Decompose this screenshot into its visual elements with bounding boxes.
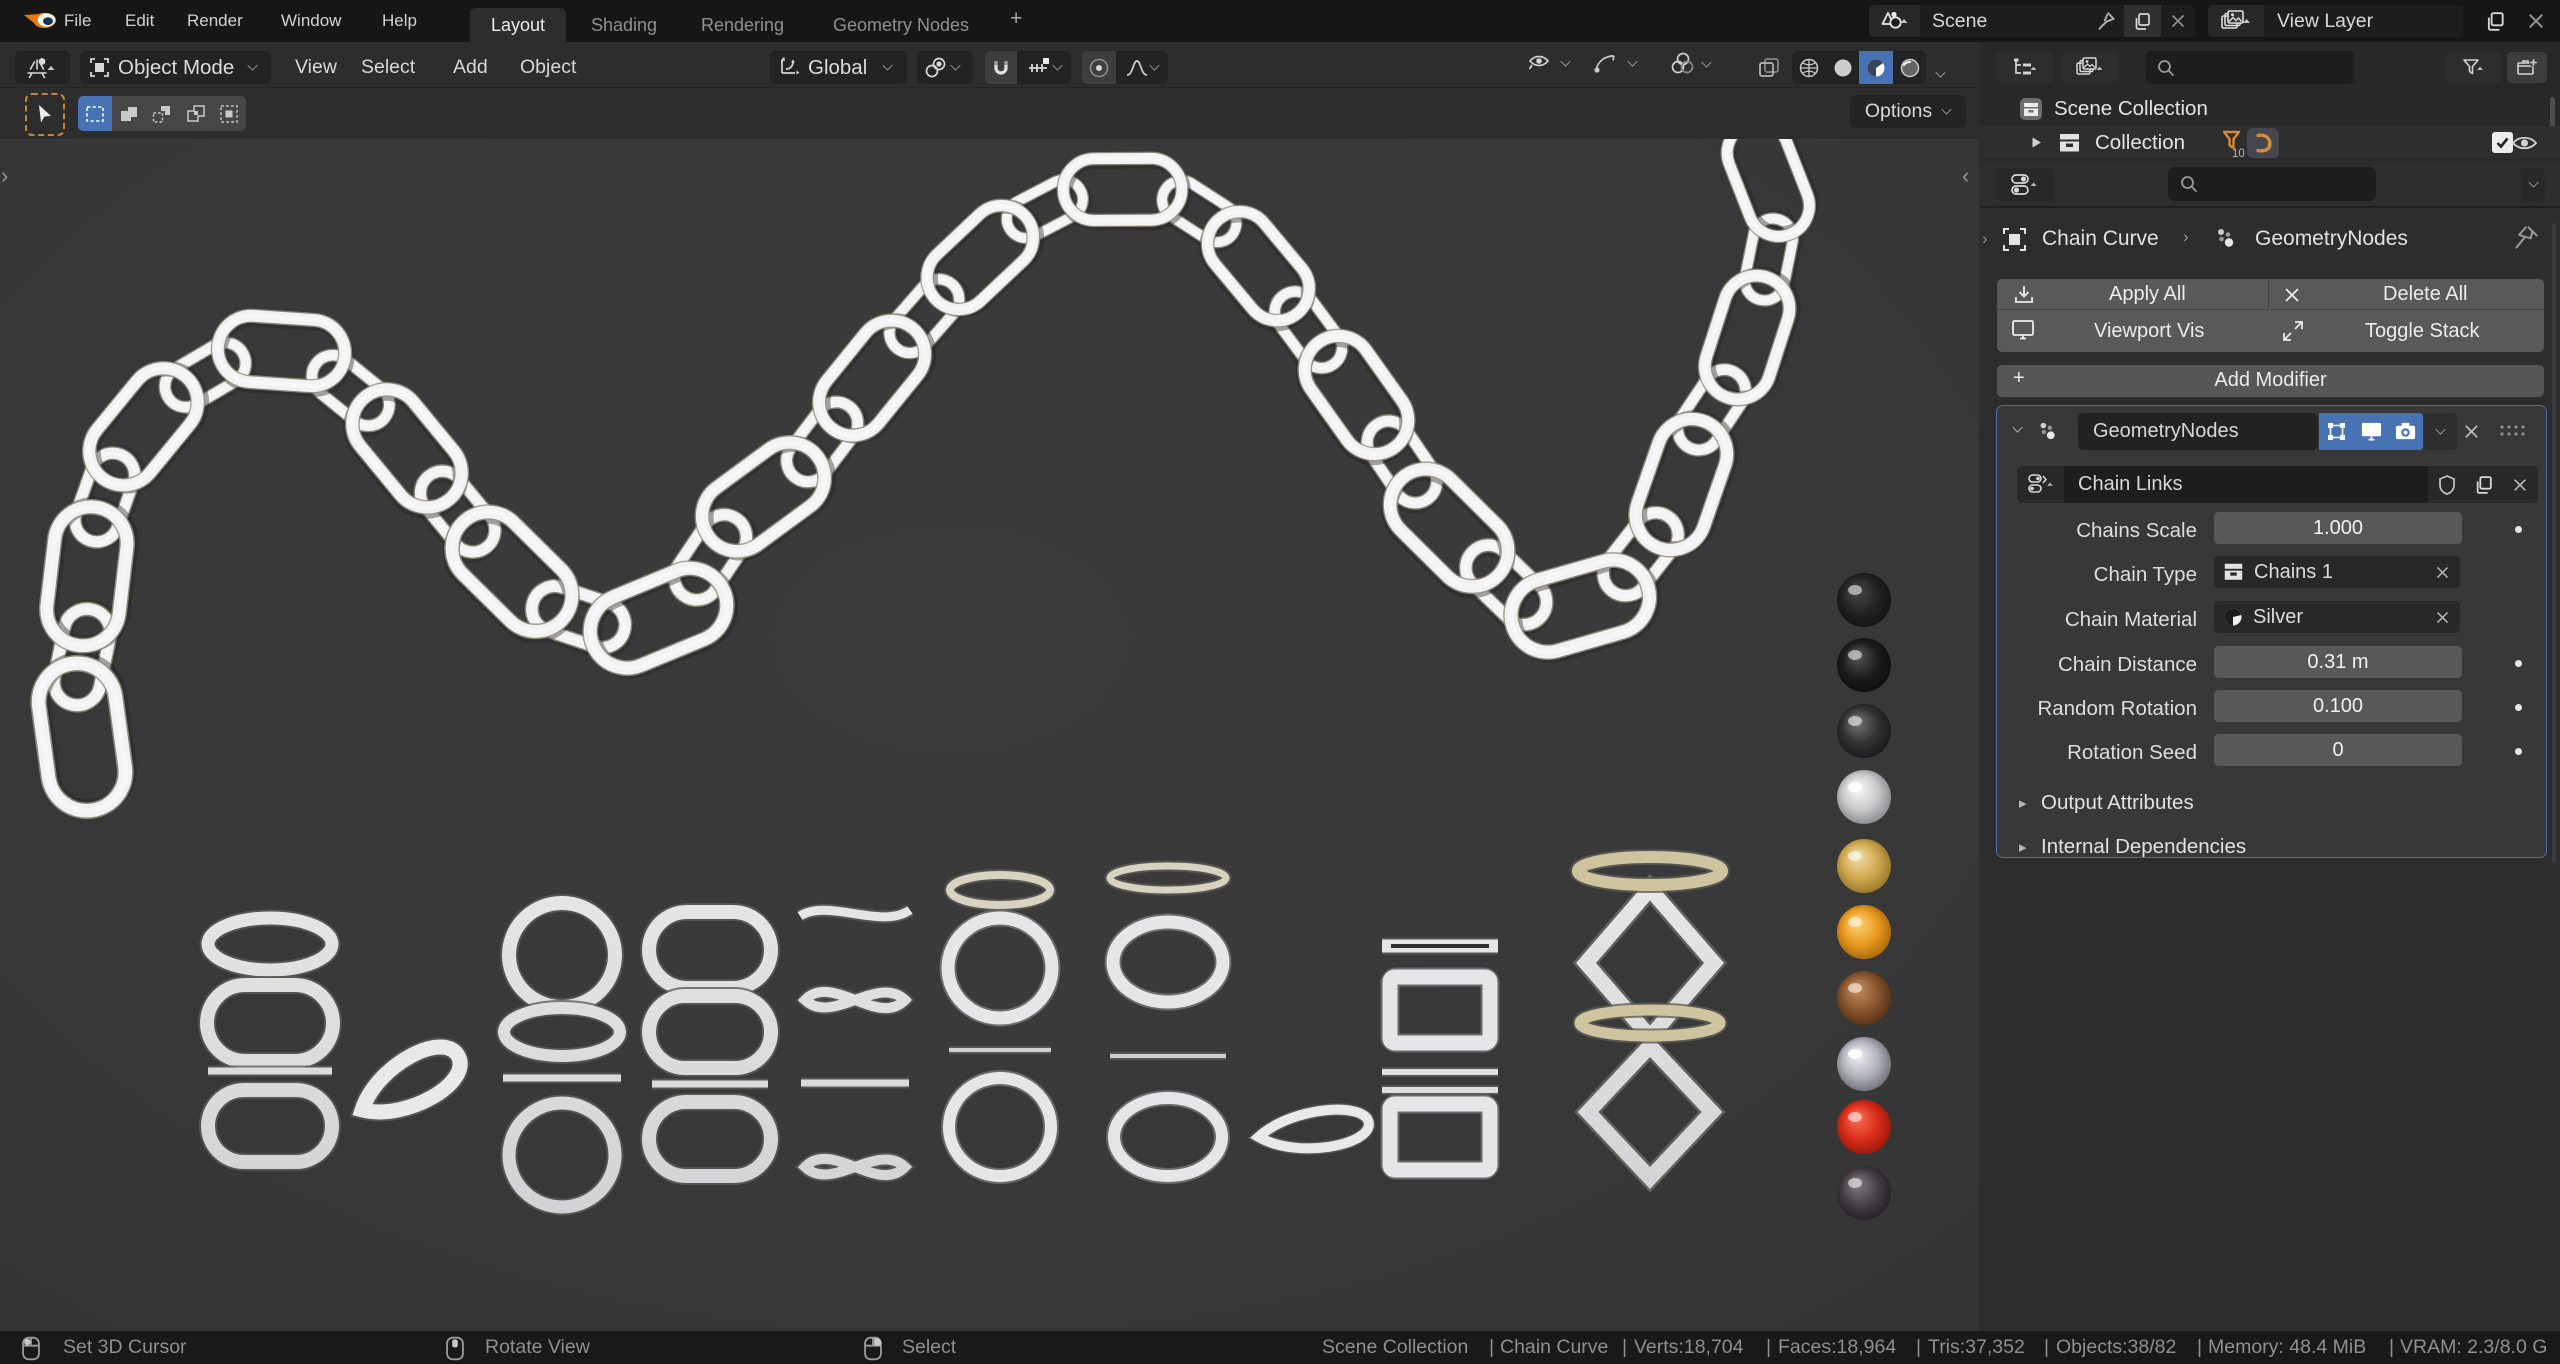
svg-text:10: 10 (2232, 148, 2245, 158)
